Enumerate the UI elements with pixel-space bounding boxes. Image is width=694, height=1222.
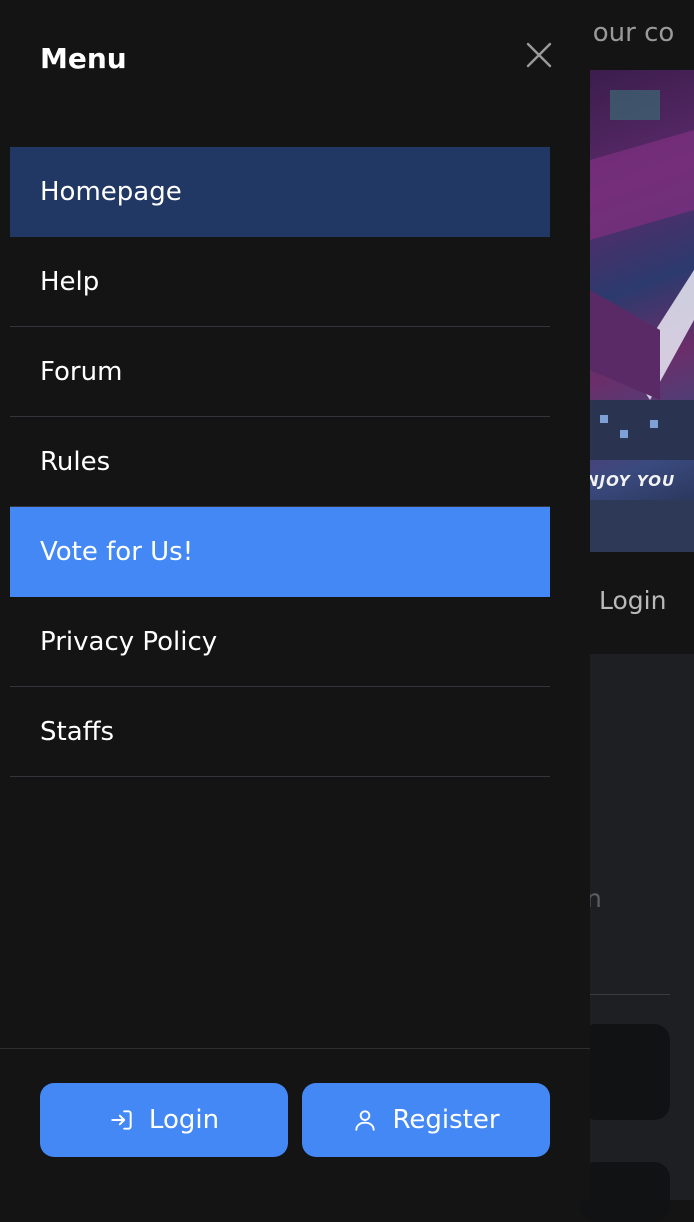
user-icon: [355, 1110, 376, 1131]
menu-list: Homepage Help Forum Rules Vote for Us! P…: [10, 147, 550, 777]
background-login-link[interactable]: Login: [599, 586, 666, 615]
menu-item-privacy-policy[interactable]: Privacy Policy: [10, 597, 550, 687]
login-button-label: Login: [148, 1105, 220, 1135]
register-button[interactable]: Register: [302, 1083, 550, 1157]
menu-item-label: Privacy Policy: [40, 626, 218, 657]
register-button-label: Register: [392, 1105, 500, 1135]
menu-drawer: Menu Homepage Help Forum Rules Vote for …: [0, 0, 590, 1200]
menu-item-homepage[interactable]: Homepage: [10, 147, 550, 237]
drawer-title: Menu: [40, 42, 127, 75]
login-icon: [111, 1110, 132, 1130]
menu-item-label: Staffs: [40, 716, 115, 747]
close-button[interactable]: [520, 36, 558, 74]
background-card: [580, 1024, 670, 1120]
banner-tagline: NJOY YOU: [590, 472, 676, 490]
background-card: [580, 1162, 670, 1222]
menu-item-label: Rules: [40, 446, 111, 477]
menu-item-vote[interactable]: Vote for Us!: [10, 507, 550, 597]
menu-item-forum[interactable]: Forum: [10, 327, 550, 417]
menu-item-rules[interactable]: Rules: [10, 417, 550, 507]
menu-item-label: Help: [40, 266, 100, 297]
background-banner-image: NJOY YOU: [590, 70, 694, 552]
menu-item-label: Homepage: [40, 176, 182, 207]
menu-item-label: Vote for Us!: [40, 536, 194, 567]
login-button[interactable]: Login: [40, 1083, 288, 1157]
footer-divider: [0, 1048, 590, 1049]
menu-item-label: Forum: [40, 356, 123, 387]
close-icon: [526, 42, 552, 68]
menu-item-staffs[interactable]: Staffs: [10, 687, 550, 777]
background-divider: [590, 994, 670, 995]
menu-item-help[interactable]: Help: [10, 237, 550, 327]
